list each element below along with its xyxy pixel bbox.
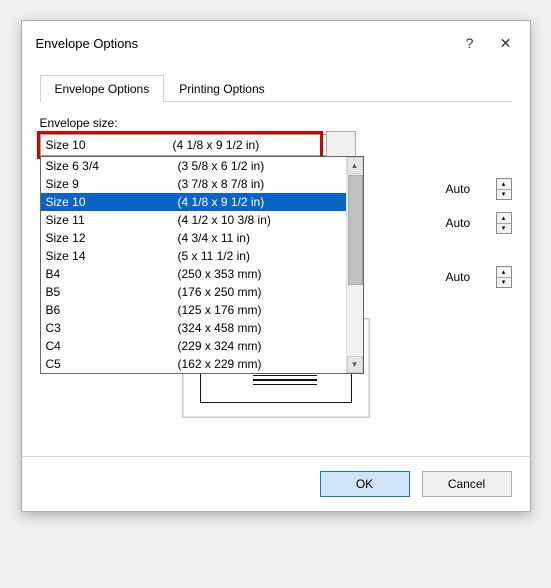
dropdown-item-dim: (4 1/8 x 9 1/2 in) bbox=[178, 195, 346, 209]
envelope-size-combo[interactable]: Size 10 (4 1/8 x 9 1/2 in) ▾ bbox=[40, 134, 350, 156]
dropdown-item[interactable]: Size 6 3/4(3 5/8 x 6 1/2 in) bbox=[41, 157, 346, 175]
tab-printing-options[interactable]: Printing Options bbox=[164, 75, 279, 102]
scroll-up-button[interactable]: ▴ bbox=[347, 157, 363, 174]
tab-envelope-options[interactable]: Envelope Options bbox=[40, 75, 165, 102]
spin-down-icon[interactable]: ▾ bbox=[497, 278, 511, 288]
envelope-size-dropdown: Size 6 3/4(3 5/8 x 6 1/2 in)Size 9(3 7/8… bbox=[40, 156, 364, 374]
envelope-size-combo-wrap: Size 10 (4 1/8 x 9 1/2 in) ▾ Size 6 3/4(… bbox=[40, 134, 512, 156]
spin-up-icon[interactable]: ▴ bbox=[497, 179, 511, 190]
cancel-button[interactable]: Cancel bbox=[422, 471, 512, 497]
spin-up-icon[interactable]: ▴ bbox=[497, 267, 511, 278]
combo-selected-name: Size 10 bbox=[41, 138, 173, 152]
dropdown-item-name: Size 11 bbox=[46, 213, 178, 227]
dropdown-item[interactable]: Size 11(4 1/2 x 10 3/8 in) bbox=[41, 211, 346, 229]
combo-dropdown-button[interactable]: ▾ bbox=[328, 135, 348, 155]
spin-down-icon[interactable]: ▾ bbox=[497, 224, 511, 234]
dialog-title: Envelope Options bbox=[36, 36, 452, 51]
address-line bbox=[253, 379, 317, 381]
ok-button[interactable]: OK bbox=[320, 471, 410, 497]
dropdown-item-dim: (5 x 11 1/2 in) bbox=[178, 249, 346, 263]
envelope-size-label: Envelope size: bbox=[40, 116, 512, 130]
dropdown-item-name: C5 bbox=[46, 357, 178, 371]
combo-selected-dim: (4 1/8 x 9 1/2 in) bbox=[173, 138, 328, 152]
dropdown-item-dim: (4 3/4 x 11 in) bbox=[178, 231, 346, 245]
auto-label: Auto bbox=[446, 216, 491, 230]
dropdown-item-dim: (250 x 353 mm) bbox=[178, 267, 346, 281]
dropdown-item-dim: (125 x 176 mm) bbox=[178, 303, 346, 317]
auto-spinner[interactable]: ▴ ▾ bbox=[496, 212, 512, 234]
address-line bbox=[253, 375, 317, 377]
dropdown-item[interactable]: C3(324 x 458 mm) bbox=[41, 319, 346, 337]
dropdown-item[interactable]: Size 14(5 x 11 1/2 in) bbox=[41, 247, 346, 265]
titlebar: Envelope Options ? ✕ bbox=[22, 21, 530, 65]
scroll-down-button[interactable]: ▾ bbox=[347, 356, 363, 373]
dropdown-item[interactable]: Size 12(4 3/4 x 11 in) bbox=[41, 229, 346, 247]
chevron-down-icon: ▾ bbox=[334, 138, 340, 152]
dropdown-list: Size 6 3/4(3 5/8 x 6 1/2 in)Size 9(3 7/8… bbox=[41, 157, 346, 373]
auto-spinner[interactable]: ▴ ▾ bbox=[496, 266, 512, 288]
auto-label: Auto bbox=[446, 270, 491, 284]
tab-bar: Envelope Options Printing Options bbox=[40, 75, 512, 102]
spin-up-icon[interactable]: ▴ bbox=[497, 213, 511, 224]
dropdown-item-name: C4 bbox=[46, 339, 178, 353]
dropdown-item-dim: (176 x 250 mm) bbox=[178, 285, 346, 299]
dropdown-item[interactable]: C5(162 x 229 mm) bbox=[41, 355, 346, 373]
dropdown-item-dim: (229 x 324 mm) bbox=[178, 339, 346, 353]
help-button[interactable]: ? bbox=[452, 29, 488, 57]
dropdown-item[interactable]: B6(125 x 176 mm) bbox=[41, 301, 346, 319]
dropdown-item-name: Size 12 bbox=[46, 231, 178, 245]
dropdown-item-dim: (324 x 458 mm) bbox=[178, 321, 346, 335]
dropdown-item[interactable]: Size 9(3 7/8 x 8 7/8 in) bbox=[41, 175, 346, 193]
dropdown-item[interactable]: B5(176 x 250 mm) bbox=[41, 283, 346, 301]
envelope-options-dialog: Envelope Options ? ✕ Envelope Options Pr… bbox=[21, 20, 531, 512]
spin-down-icon[interactable]: ▾ bbox=[497, 190, 511, 200]
dropdown-scrollbar[interactable]: ▴ ▾ bbox=[346, 157, 363, 373]
dropdown-item-name: B5 bbox=[46, 285, 178, 299]
dropdown-item-name: Size 14 bbox=[46, 249, 178, 263]
dropdown-item-name: B4 bbox=[46, 267, 178, 281]
dropdown-item-name: B6 bbox=[46, 303, 178, 317]
scroll-thumb[interactable] bbox=[348, 175, 363, 285]
dropdown-item[interactable]: Size 10(4 1/8 x 9 1/2 in) bbox=[41, 193, 346, 211]
dropdown-item-dim: (162 x 229 mm) bbox=[178, 357, 346, 371]
dropdown-item-dim: (3 7/8 x 8 7/8 in) bbox=[178, 177, 346, 191]
dropdown-item[interactable]: C4(229 x 324 mm) bbox=[41, 337, 346, 355]
address-line bbox=[253, 384, 317, 386]
dropdown-item-name: Size 10 bbox=[46, 195, 178, 209]
close-button[interactable]: ✕ bbox=[488, 29, 524, 57]
dialog-content: Envelope Options Printing Options Envelo… bbox=[22, 65, 530, 456]
dropdown-item-dim: (4 1/2 x 10 3/8 in) bbox=[178, 213, 346, 227]
dialog-footer: OK Cancel bbox=[22, 456, 530, 511]
auto-spinner[interactable]: ▴ ▾ bbox=[496, 178, 512, 200]
auto-label: Auto bbox=[446, 182, 491, 196]
dropdown-item-dim: (3 5/8 x 6 1/2 in) bbox=[178, 159, 346, 173]
dropdown-item-name: Size 9 bbox=[46, 177, 178, 191]
dropdown-item-name: C3 bbox=[46, 321, 178, 335]
dropdown-item[interactable]: B4(250 x 353 mm) bbox=[41, 265, 346, 283]
dropdown-item-name: Size 6 3/4 bbox=[46, 159, 178, 173]
